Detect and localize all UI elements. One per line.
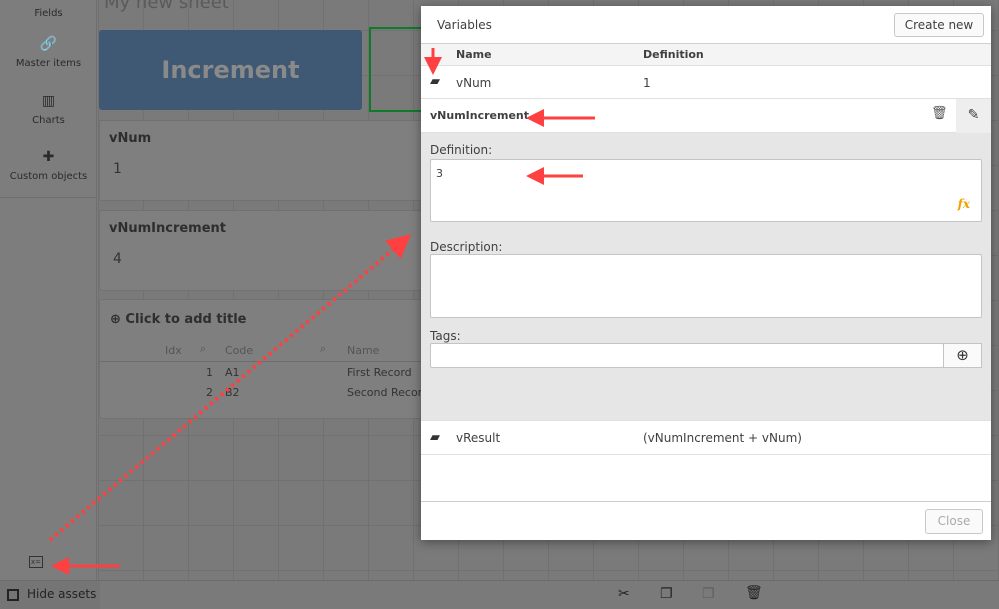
dotted-arrow xyxy=(48,234,412,542)
annotation-arrows xyxy=(48,48,595,575)
